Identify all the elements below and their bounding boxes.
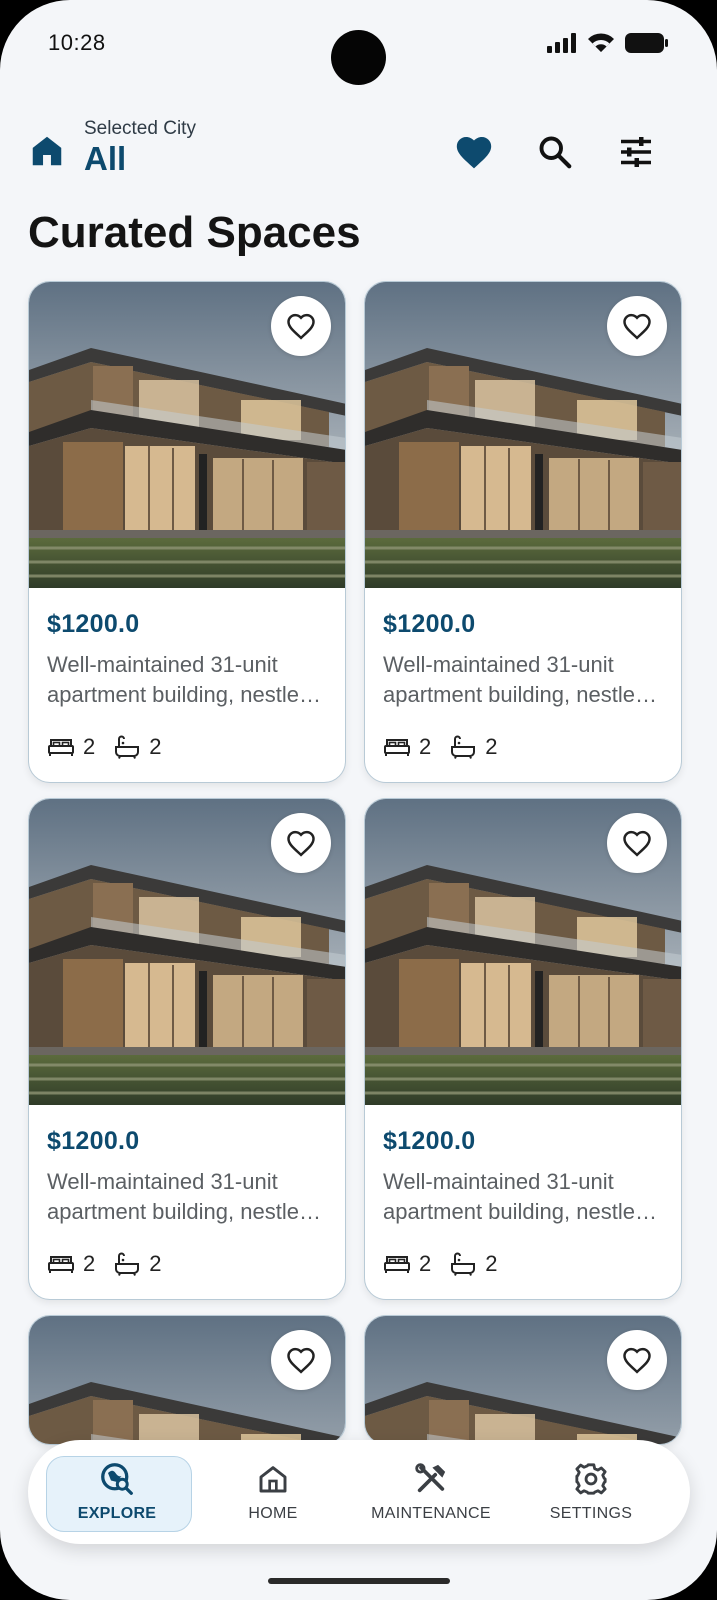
heart-outline-icon	[287, 313, 315, 340]
bedrooms: 2	[383, 734, 431, 760]
listing-card[interactable]: $1200.0 Well-maintained 31-unit apartmen…	[364, 798, 682, 1300]
nav-label: MAINTENANCE	[371, 1505, 491, 1522]
home-indicator	[268, 1578, 450, 1584]
bathrooms: 2	[113, 1251, 162, 1277]
bathrooms: 2	[449, 1251, 498, 1277]
status-bar: 10:28	[0, 0, 717, 90]
section-title: Curated Spaces	[28, 208, 361, 257]
bathroom-count: 2	[485, 1251, 498, 1276]
favorites-button[interactable]	[450, 128, 498, 176]
home-outline-icon	[255, 1461, 291, 1497]
search-button[interactable]	[531, 128, 579, 176]
nav-home[interactable]: HOME	[200, 1440, 346, 1544]
status-time: 10:28	[48, 30, 106, 55]
bedrooms: 2	[47, 734, 95, 760]
bathroom-count: 2	[149, 1251, 162, 1276]
bottom-navigation: EXPLORE HOME MAINTENANCE SETTINGS	[28, 1440, 690, 1544]
status-icons	[547, 32, 669, 54]
listing-amenities: 2 2	[47, 734, 180, 760]
listing-card[interactable]: $1200.0 Well-maintained 31-unit apartmen…	[364, 281, 682, 783]
selected-city-label: Selected City	[84, 118, 196, 139]
bathrooms: 2	[449, 734, 498, 760]
tune-icon	[621, 137, 651, 167]
gear-icon	[573, 1461, 609, 1497]
listing-amenities: 2 2	[47, 1251, 180, 1277]
listing-price: $1200.0	[47, 1127, 140, 1155]
app-screen: 10:28 Selected City All Curated Spaces $…	[0, 0, 717, 1600]
bathrooms: 2	[113, 734, 162, 760]
heart-outline-icon	[623, 1347, 651, 1374]
listing-price: $1200.0	[383, 610, 476, 638]
bathtub-icon	[451, 1252, 476, 1276]
bed-icon	[48, 1256, 74, 1273]
search-icon	[539, 136, 572, 169]
bedroom-count: 2	[83, 734, 96, 759]
signal-icon	[547, 33, 576, 53]
bedroom-count: 2	[419, 734, 432, 759]
home-icon[interactable]	[28, 132, 66, 170]
tools-icon	[413, 1461, 449, 1497]
listing-description: Well-maintained 31-unit apartment buildi…	[383, 1169, 648, 1224]
heart-outline-icon	[623, 830, 651, 857]
listing-description: Well-maintained 31-unit apartment buildi…	[383, 652, 648, 707]
nav-label: HOME	[248, 1505, 298, 1522]
favorite-toggle-button[interactable]	[271, 296, 331, 356]
listing-card[interactable]: $1200.0 Well-maintained 31-unit apartmen…	[28, 798, 346, 1300]
listing-description: Well-maintained 31-unit apartment buildi…	[47, 652, 312, 707]
filter-button[interactable]	[612, 128, 660, 176]
bedrooms: 2	[47, 1251, 95, 1277]
header: Selected City All	[0, 110, 717, 190]
favorite-toggle-button[interactable]	[271, 813, 331, 873]
heart-outline-icon	[623, 313, 651, 340]
bed-icon	[384, 739, 410, 756]
favorite-toggle-button[interactable]	[271, 1330, 331, 1390]
nav-label: EXPLORE	[77, 1505, 157, 1522]
nav-settings[interactable]: SETTINGS	[518, 1440, 664, 1544]
heart-filled-icon	[456, 136, 492, 169]
bedrooms: 2	[383, 1251, 431, 1277]
bathtub-icon	[115, 735, 140, 759]
battery-icon	[625, 33, 668, 53]
listing-amenities: 2 2	[383, 1251, 516, 1277]
wifi-icon	[588, 33, 614, 52]
listing-card-partial[interactable]	[364, 1315, 682, 1445]
listing-price: $1200.0	[47, 610, 140, 638]
selected-city-value[interactable]: All	[84, 140, 126, 178]
bathroom-count: 2	[149, 734, 162, 759]
nav-label: SETTINGS	[549, 1505, 633, 1522]
heart-outline-icon	[287, 830, 315, 857]
bed-icon	[384, 1256, 410, 1273]
listing-description: Well-maintained 31-unit apartment buildi…	[47, 1169, 312, 1224]
listing-card-partial[interactable]	[28, 1315, 346, 1445]
bathroom-count: 2	[485, 734, 498, 759]
favorite-toggle-button[interactable]	[607, 1330, 667, 1390]
listing-card[interactable]: $1200.0 Well-maintained 31-unit apartmen…	[28, 281, 346, 783]
explore-search-icon	[99, 1461, 135, 1497]
bed-icon	[48, 739, 74, 756]
listing-amenities: 2 2	[383, 734, 516, 760]
heart-outline-icon	[287, 1347, 315, 1374]
listing-price: $1200.0	[383, 1127, 476, 1155]
favorite-toggle-button[interactable]	[607, 296, 667, 356]
bedroom-count: 2	[83, 1251, 96, 1276]
bedroom-count: 2	[419, 1251, 432, 1276]
front-camera	[331, 30, 386, 85]
favorite-toggle-button[interactable]	[607, 813, 667, 873]
bathtub-icon	[115, 1252, 140, 1276]
nav-explore[interactable]: EXPLORE	[44, 1440, 192, 1544]
nav-maintenance[interactable]: MAINTENANCE	[358, 1440, 504, 1544]
bathtub-icon	[451, 735, 476, 759]
